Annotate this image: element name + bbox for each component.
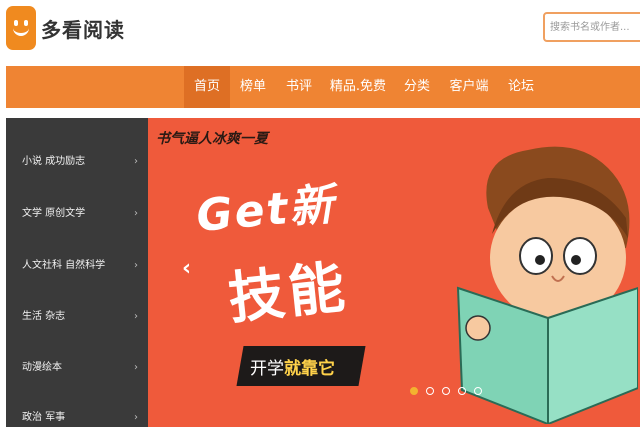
- banner-subtitle-pre: 开学: [250, 359, 284, 379]
- category-sidebar: 小说 成功励志 › 文学 原创文学 › 人文社科 自然科学 › 生活 杂志 › …: [6, 118, 148, 427]
- sidebar-item-label: 动漫绘本: [22, 362, 62, 373]
- carousel-dot[interactable]: [442, 387, 451, 395]
- logo-text[interactable]: 多看阅读: [41, 14, 125, 43]
- chevron-right-icon: ›: [134, 208, 138, 219]
- carousel-dot[interactable]: [410, 387, 418, 395]
- nav-categories[interactable]: 分类: [394, 66, 440, 108]
- main-nav: 首页 榜单 书评 精品.免费 分类 客户端 论坛: [6, 66, 640, 108]
- sidebar-item-label: 政治 军事: [22, 412, 66, 423]
- sidebar-item-literature[interactable]: 文学 原创文学 ›: [6, 204, 148, 224]
- sidebar-item-fiction[interactable]: 小说 成功励志 ›: [6, 152, 148, 172]
- carousel-dots: [410, 380, 485, 399]
- nav-premium-free[interactable]: 精品.免费: [322, 66, 394, 108]
- logo-smiley-icon[interactable]: [6, 6, 36, 50]
- banner-headline: Get新: [194, 179, 338, 242]
- nav-client[interactable]: 客户端: [440, 66, 498, 108]
- sidebar-item-label: 小说 成功励志: [22, 156, 86, 167]
- nav-home[interactable]: 首页: [184, 66, 230, 108]
- carousel-dot[interactable]: [458, 387, 467, 395]
- banner-subtitle-bold: 就靠它: [284, 359, 335, 379]
- banner-subtitle: 开学就靠它: [250, 354, 335, 379]
- sidebar-item-comics[interactable]: 动漫绘本 ›: [6, 358, 148, 378]
- sidebar-item-label: 人文社科 自然科学: [22, 260, 106, 271]
- carousel-dot[interactable]: [426, 387, 435, 395]
- nav-rankings[interactable]: 榜单: [230, 66, 276, 108]
- chevron-right-icon: ›: [134, 362, 138, 373]
- chevron-right-icon: ›: [134, 260, 138, 271]
- sidebar-item-politics[interactable]: 政治 军事 ›: [6, 408, 148, 428]
- nav-forum[interactable]: 论坛: [498, 66, 544, 108]
- sidebar-item-label: 生活 杂志: [22, 311, 66, 322]
- sidebar-item-life[interactable]: 生活 杂志 ›: [6, 307, 148, 327]
- nav-reviews[interactable]: 书评: [276, 66, 322, 108]
- site-header: 多看阅读: [0, 0, 640, 62]
- chevron-right-icon: ›: [134, 412, 138, 423]
- banner-headline-2: 技能: [225, 254, 352, 333]
- search-box[interactable]: [543, 12, 640, 42]
- carousel-dot[interactable]: [474, 387, 483, 395]
- search-input[interactable]: [545, 14, 640, 40]
- chevron-left-icon[interactable]: ‹: [182, 256, 191, 281]
- banner-slogan: 书气逼人冰爽一夏: [156, 131, 268, 147]
- sidebar-item-humanities[interactable]: 人文社科 自然科学 ›: [6, 256, 148, 276]
- chevron-right-icon: ›: [134, 311, 138, 322]
- promo-banner[interactable]: 书气逼人冰爽一夏 ‹ Get新 技能 开学就靠它: [148, 118, 640, 427]
- sidebar-item-label: 文学 原创文学: [22, 208, 86, 219]
- chevron-right-icon: ›: [134, 156, 138, 167]
